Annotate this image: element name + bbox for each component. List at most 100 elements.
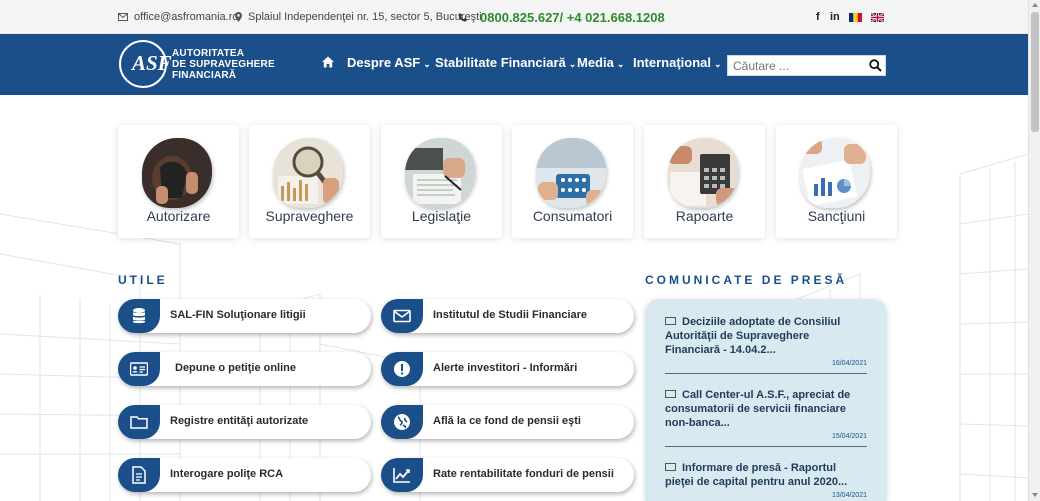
phone-icon [458,13,467,22]
nav-label: Media [577,55,614,70]
folder-icon [130,416,148,429]
press-item[interactable]: Informare de presă - Raportul pieţei de … [665,461,867,499]
category-card-sanctiuni[interactable]: Sancţiuni [776,125,897,238]
press-item-title[interactable]: Informare de presă - Raportul pieţei de … [665,461,867,489]
category-card-consumatori[interactable]: Consumatori [512,125,633,238]
document-icon [132,466,146,484]
logo-line-3: FINANCIARĂ [172,70,237,81]
press-item-title[interactable]: Call Center-ul A.S.F., apreciat de consu… [665,388,867,430]
utile-icon-tab [381,352,423,386]
category-card-autorizare[interactable]: Autorizare [118,125,239,238]
scroll-up-icon[interactable] [1032,3,1038,7]
newspaper-icon [665,390,676,398]
phone-contact[interactable]: 0800.825.627/ +4 021.668.1208 [458,10,665,25]
supraveghere-image [273,138,343,208]
email-contact[interactable]: office@asfromania.ro [118,11,239,23]
main-header: ASF AUTORITATEA DE SUPRAVEGHERE FINANCIA… [0,34,1028,95]
email-text: office@asfromania.ro [134,11,239,23]
page-scrollbar[interactable] [1028,0,1040,501]
line-chart-icon [393,468,410,483]
nav-despre-asf[interactable]: Despre ASF ⌄ [347,55,431,70]
nav-label: Stabilitate Financiară [435,55,566,70]
legislatie-image [405,138,475,208]
utile-link-rate-rentabilitate[interactable]: Rate rentabilitate fonduri de pensii [381,458,634,492]
sanctiuni-image [800,138,870,208]
scrollbar-thumb[interactable] [1031,12,1039,132]
scroll-down-icon[interactable] [1032,493,1038,497]
asf-logo[interactable]: ASF [119,40,172,88]
utile-link-label: Rate rentabilitate fonduri de pensii [433,468,614,480]
globe-icon [394,414,410,430]
utile-icon-tab [381,299,423,333]
nav-label: Internaţional [633,55,712,70]
top-contact-bar: office@asfromania.ro Splaiul Independenţ… [0,0,1028,34]
press-divider [665,373,867,374]
category-label: Rapoarte [675,208,734,224]
nav-stabilitate-financiara[interactable]: Stabilitate Financiară ⌄ [435,55,576,70]
logo-title[interactable]: AUTORITATEA DE SUPRAVEGHERE FINANCIARĂ [172,48,275,81]
press-divider [665,446,867,447]
utile-link-label: Alerte investitori - Informări [433,362,578,374]
utile-link-sal-fin[interactable]: SAL-FIN Soluţionare litigii [118,299,371,333]
utile-link-label: SAL-FIN Soluţionare litigii [170,309,306,321]
exclamation-icon [394,361,410,377]
utile-link-label: Registre entităţi autorizate [170,415,309,427]
logo-line-2: DE SUPRAVEGHERE [172,59,275,70]
nav-media[interactable]: Media ⌄ [577,55,624,70]
home-icon[interactable] [322,56,334,68]
map-pin-icon [235,12,242,22]
category-card-legislatie[interactable]: Legislaţie [381,125,502,238]
facebook-icon[interactable]: f [816,11,820,23]
utile-icon-tab [118,352,160,386]
nav-label: Despre ASF [347,55,421,70]
utile-link-fond-pensii[interactable]: Află la ce fond de pensii eşti [381,405,634,439]
press-item[interactable]: Deciziile adoptate de Consiliul Autorită… [665,315,867,374]
logo-mark: ASF [132,51,172,75]
utile-link-label: Institutul de Studii Financiare [433,309,588,321]
press-item-title[interactable]: Deciziile adoptate de Consiliul Autorită… [665,315,867,357]
logo-line-1: AUTORITATEA [172,48,245,59]
press-item-date: 13/04/2021 [831,492,867,499]
category-label: Sancţiuni [807,208,866,224]
press-title-text: Deciziile adoptate de Consiliul Autorită… [665,316,841,356]
category-label: Consumatori [532,208,613,224]
database-icon [133,308,145,324]
utile-link-label: Află la ce fond de pensii eşti [433,415,581,427]
envelope-icon [118,13,128,21]
id-card-icon [130,362,148,376]
press-item-date: 15/04/2021 [831,433,867,440]
address-contact: Splaiul Independenţei nr. 15, sector 5, … [235,11,482,23]
search-icon[interactable] [869,59,882,72]
utile-icon-tab [118,299,160,333]
search-box [727,55,886,76]
utile-heading: UTILE [118,273,168,287]
english-flag-icon[interactable] [871,13,884,22]
category-label: Legislaţie [411,208,472,224]
category-card-rapoarte[interactable]: Rapoarte [644,125,765,238]
press-item-date: 16/04/2021 [831,360,867,367]
press-title-text: Informare de presă - Raportul pieţei de … [665,462,848,488]
press-title-text: Call Center-ul A.S.F., apreciat de consu… [665,389,851,429]
chevron-down-icon: ⌄ [568,59,577,69]
chevron-down-icon: ⌄ [423,59,431,69]
utile-link-interogare-rca[interactable]: Interogare poliţe RCA [118,458,371,492]
utile-link-institutul-studii[interactable]: Institutul de Studii Financiare [381,299,634,333]
press-item[interactable]: Call Center-ul A.S.F., apreciat de consu… [665,388,867,447]
search-input[interactable] [728,56,864,75]
category-label: Supraveghere [265,208,354,224]
category-card-supraveghere[interactable]: Supraveghere [249,125,370,238]
address-text: Splaiul Independenţei nr. 15, sector 5, … [248,11,482,23]
newspaper-icon [665,463,676,471]
linkedin-icon[interactable]: in [830,11,840,23]
envelope-icon [393,309,411,323]
utile-icon-tab [118,458,160,492]
utile-link-label: Interogare poliţe RCA [170,468,284,480]
phone-text: 0800.825.627/ +4 021.668.1208 [480,10,665,25]
nav-international[interactable]: Internaţional ⌄ [633,55,722,70]
utile-icon-tab [381,405,423,439]
utile-link-petitie-online[interactable]: Depune o petiţie online [118,352,371,386]
utile-link-alerte-investitori[interactable]: Alerte investitori - Informări [381,352,634,386]
utile-link-registre-entitati[interactable]: Registre entităţi autorizate [118,405,371,439]
utile-link-label: Depune o petiţie online [175,362,297,374]
romanian-flag-icon[interactable] [849,13,862,22]
